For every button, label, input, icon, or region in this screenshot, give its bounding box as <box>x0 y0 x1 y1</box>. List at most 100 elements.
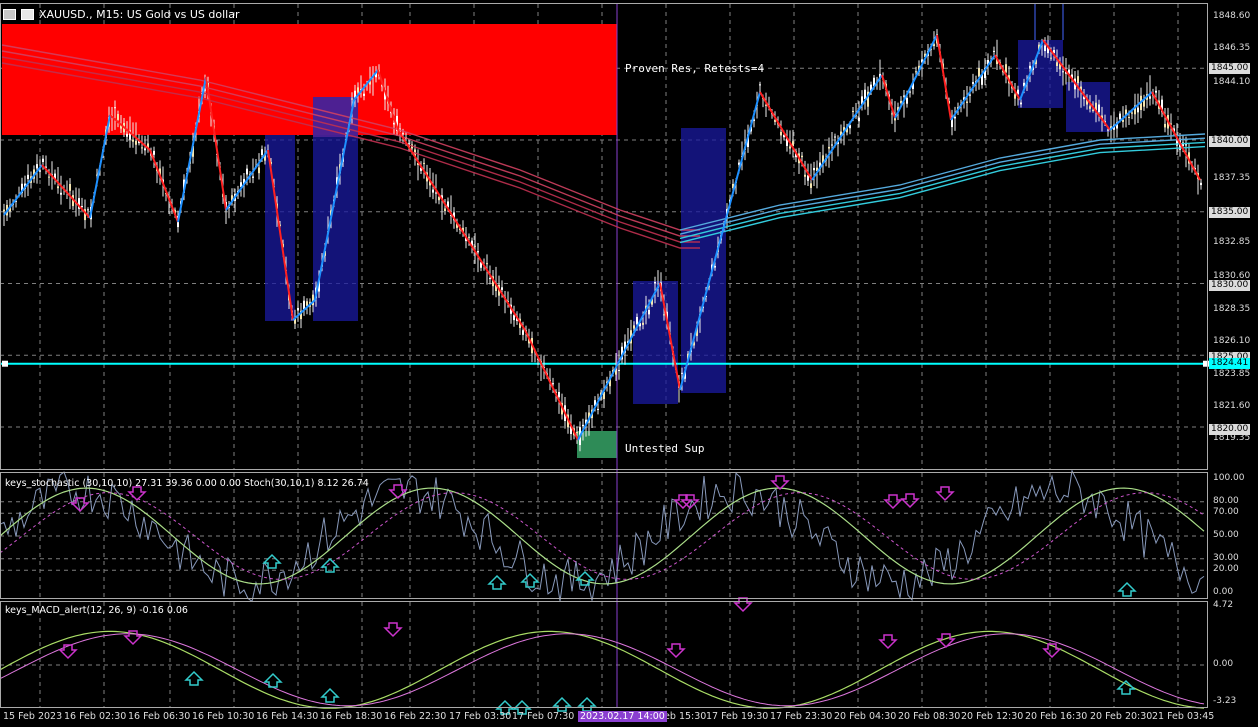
zigzag-segment <box>225 149 269 211</box>
arrow-down-icon <box>666 643 686 659</box>
candle-body <box>153 150 155 155</box>
candle-body <box>810 183 812 188</box>
candle-body <box>501 287 503 290</box>
candle-body <box>522 330 524 335</box>
candle-body <box>27 174 29 180</box>
candle-body <box>966 101 968 103</box>
time-tick-label: 20 Feb 04:30 <box>834 711 897 722</box>
candle-body <box>1128 116 1130 118</box>
support-zone-label: Untested Sup <box>625 442 705 455</box>
order-block-zone <box>1018 40 1063 108</box>
zigzag-segment <box>524 329 579 441</box>
candle-body <box>81 206 83 208</box>
candle-body <box>486 263 488 265</box>
time-tick-label: 16 Feb 22:30 <box>384 711 447 722</box>
zigzag-segment <box>894 34 938 119</box>
arrow-down-icon <box>383 622 403 638</box>
candle-body <box>1089 106 1091 109</box>
zigzag-segment <box>811 74 883 181</box>
zigzag-segment <box>936 34 952 121</box>
candle-body <box>1029 65 1031 69</box>
chart-canvas[interactable] <box>0 0 1258 727</box>
candle-body <box>663 314 665 316</box>
time-tick-label: 21 Feb 03:45 <box>1152 711 1215 722</box>
trade-panel-icon[interactable] <box>21 8 34 20</box>
candle-body <box>114 107 116 109</box>
time-tick-label: 16 Feb 10:30 <box>192 711 255 722</box>
macd-tick-label: 0.00 <box>1213 659 1234 669</box>
ma-bullish <box>679 145 1206 244</box>
time-tick-label: 17 Feb 07:30 <box>512 711 575 722</box>
candle-body <box>468 236 470 238</box>
arrow-up-icon <box>320 687 340 703</box>
candle-body <box>252 176 254 178</box>
candle-body <box>969 94 971 96</box>
candle-body <box>831 144 833 146</box>
candle-body <box>1131 112 1133 114</box>
candle-body <box>636 317 638 325</box>
time-tick-label: 16 Feb 02:30 <box>64 711 127 722</box>
candle-body <box>363 93 365 96</box>
candle-body <box>993 50 995 52</box>
candle-body <box>1044 45 1046 52</box>
candle-body <box>972 82 974 84</box>
candle-body <box>780 131 782 136</box>
zigzag-segment <box>1109 91 1153 131</box>
candle-body <box>357 87 359 93</box>
arrow-down-icon <box>733 597 753 613</box>
candle-body <box>261 149 263 155</box>
candle-body <box>1200 182 1202 186</box>
candle-body <box>858 117 860 122</box>
arrow-up-icon <box>520 572 540 588</box>
time-tick-label: 20 Feb 08:30 <box>898 711 961 722</box>
candle-body <box>87 209 89 211</box>
candle-body <box>903 95 905 97</box>
candle-body <box>834 136 836 138</box>
time-cursor-label: 2023.02.17 14:00 <box>578 711 667 722</box>
price-tick-label: 1828.35 <box>1213 304 1251 314</box>
arrow-up-icon <box>1116 679 1136 695</box>
candle-body <box>1098 104 1100 113</box>
candle-body <box>42 158 44 163</box>
candle-body <box>423 162 425 164</box>
chart-title-bar: XAUUSD., M15: US Gold vs US dollar <box>3 7 239 21</box>
symbol-title: XAUUSD., M15: US Gold vs US dollar <box>39 7 240 21</box>
stochastic-tick-label: 30.00 <box>1213 552 1239 563</box>
candle-body <box>789 146 791 149</box>
arrow-up-icon <box>552 696 572 712</box>
candle-body <box>654 282 656 284</box>
candle-body <box>513 315 515 321</box>
arrow-down-icon <box>878 634 898 650</box>
time-tick-label: 17 Feb 23:30 <box>770 711 833 722</box>
time-tick-label: 16 Feb 06:30 <box>128 711 191 722</box>
candle-body <box>1062 71 1064 73</box>
candle-body <box>906 97 908 104</box>
menu-icon[interactable] <box>3 8 16 20</box>
macd-label: keys_MACD_alert(12, 26, 9) -0.16 0.06 <box>5 605 188 616</box>
arrow-up-icon <box>184 670 204 686</box>
stochastic-tick-label: 50.00 <box>1213 530 1239 540</box>
candle-body <box>915 71 917 73</box>
candle-body <box>432 189 434 193</box>
candle-body <box>828 146 830 149</box>
resistance-zone-label: Proven Res, Retests=4 <box>625 62 765 75</box>
stochastic-tick-label: 70.00 <box>1213 507 1239 518</box>
price-level-tag: 1830.00 <box>1209 280 1251 291</box>
time-tick-label: 17 Feb 19:30 <box>706 711 769 722</box>
candle-body <box>618 369 620 371</box>
candle-body <box>306 301 308 306</box>
candle-body <box>978 68 980 77</box>
candle-body <box>714 266 716 268</box>
candle-body <box>126 133 128 137</box>
candle-body <box>474 245 476 247</box>
candle-body <box>633 325 635 329</box>
zigzag-segment <box>149 149 179 223</box>
price-tick-label: 1832.85 <box>1213 237 1251 247</box>
signal-arrows <box>58 475 1137 715</box>
candle-body <box>954 116 956 119</box>
candle-body <box>246 168 248 175</box>
candle-body <box>1020 102 1022 105</box>
price-tick-label: 1823.85 <box>1213 369 1251 379</box>
candle-body <box>576 431 578 434</box>
candle-body <box>135 140 137 145</box>
